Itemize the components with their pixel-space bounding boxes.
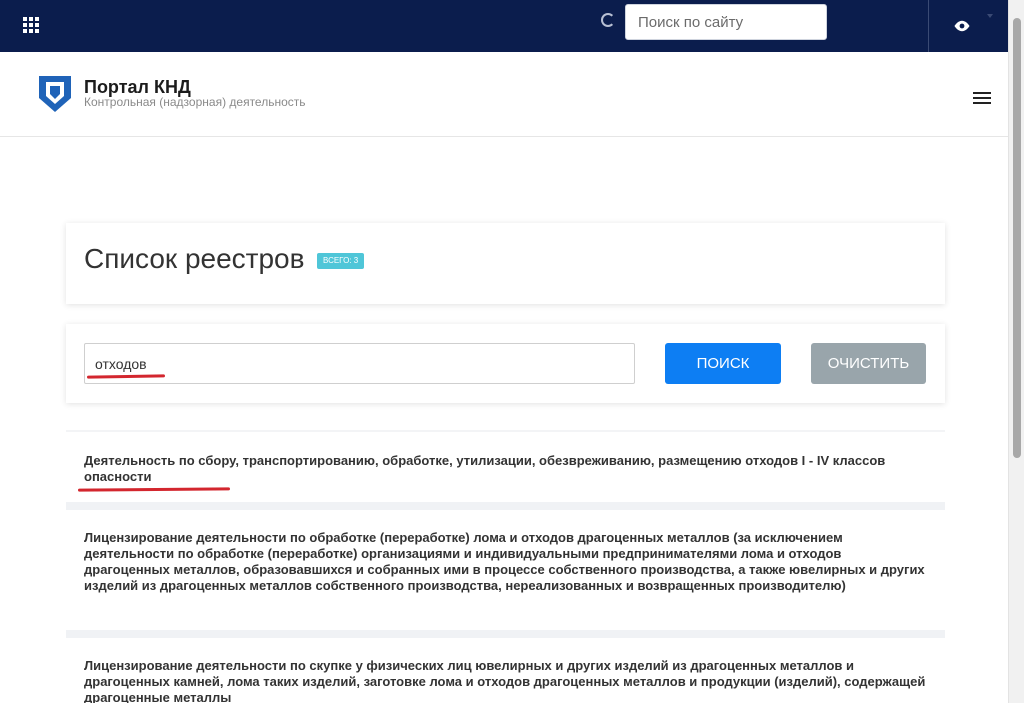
portal-subtitle: Контрольная (надзорная) деятельность — [84, 95, 306, 109]
registry-item-title[interactable]: Деятельность по сбору, транспортированию… — [84, 453, 885, 484]
hamburger-menu-icon[interactable] — [973, 92, 991, 106]
clear-button[interactable]: Очистить — [811, 343, 926, 384]
registry-list-item[interactable]: Лицензирование деятельности по обработке… — [66, 510, 945, 638]
count-badge: всего: 3 — [317, 253, 365, 269]
page-title: Список реестров — [84, 243, 305, 274]
eye-icon[interactable] — [953, 19, 971, 33]
topbar-divider — [928, 0, 929, 52]
registry-search-input[interactable] — [84, 343, 635, 384]
registry-list-item[interactable]: Деятельность по сбору, транспортированию… — [66, 430, 945, 510]
registry-list-item[interactable]: Лицензирование деятельности по скупке у … — [66, 638, 945, 703]
shield-logo-icon[interactable] — [38, 74, 72, 114]
site-search-input[interactable] — [625, 4, 827, 40]
search-button[interactable]: Поиск — [665, 343, 781, 384]
site-header: Портал КНД Контрольная (надзорная) деяте… — [0, 52, 1008, 137]
loader-icon — [601, 13, 615, 27]
apps-grid-icon[interactable] — [23, 17, 39, 33]
chevron-down-icon[interactable] — [987, 14, 993, 18]
registry-title-card: Список реестров всего: 3 — [66, 223, 945, 304]
page-scrollbar[interactable] — [1008, 0, 1024, 703]
scrollbar-thumb[interactable] — [1013, 18, 1021, 458]
registry-item-title[interactable]: Лицензирование деятельности по скупке у … — [84, 658, 925, 703]
registry-item-title[interactable]: Лицензирование деятельности по обработке… — [84, 530, 925, 593]
top-navigation-bar — [0, 0, 1008, 52]
search-card: Поиск Очистить — [66, 324, 945, 403]
